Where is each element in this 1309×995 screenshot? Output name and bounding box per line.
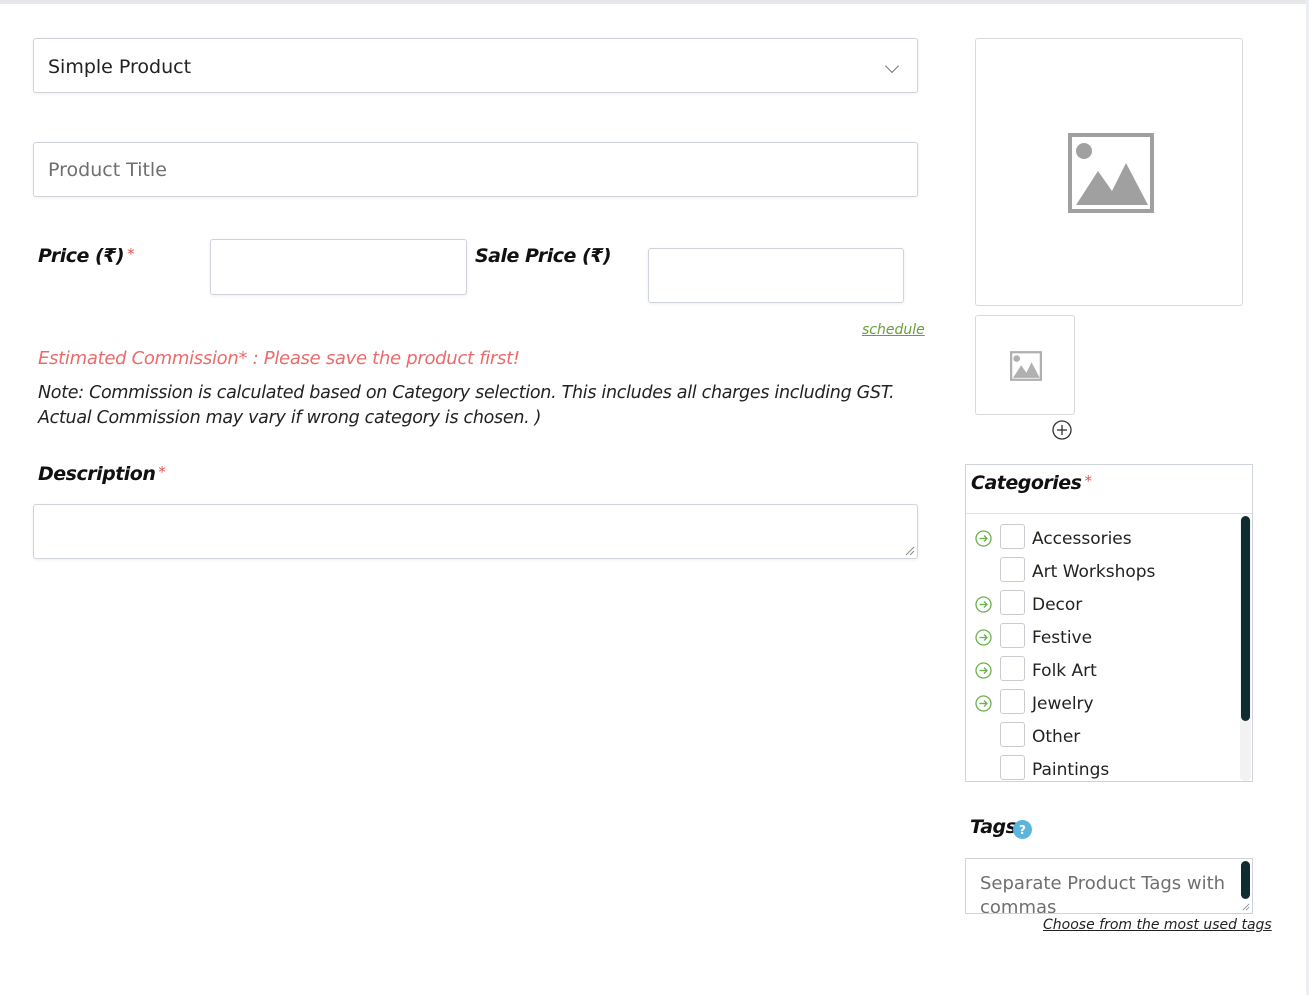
categories-panel: Categories * Accessories Art Workshops Deco… [965,464,1253,782]
sale-price-input[interactable] [648,248,904,303]
category-item[interactable]: Accessories [966,514,1236,549]
category-checkbox[interactable] [1000,755,1025,780]
category-item[interactable]: Decor [966,580,1236,615]
description-label-text: Description [38,463,156,485]
product-type-value: Simple Product [48,56,192,78]
category-label: Accessories [1032,529,1132,549]
category-item[interactable]: Jewelry [966,679,1236,714]
category-label: Art Workshops [1032,562,1156,582]
required-mark: * [127,245,135,263]
price-input[interactable] [210,239,467,295]
required-mark: * [1084,472,1092,490]
image-placeholder-icon [1010,351,1042,381]
category-checkbox[interactable] [1000,557,1025,582]
category-checkbox[interactable] [1000,524,1025,549]
gallery-image-upload[interactable] [975,315,1075,415]
category-label: Folk Art [1032,661,1097,681]
category-item[interactable]: Festive [966,613,1236,648]
description-textarea[interactable] [33,504,918,559]
tags-placeholder: Separate Product Tags with commas [980,873,1226,914]
image-placeholder-icon [1068,133,1154,213]
add-gallery-image-icon[interactable] [1052,420,1072,440]
tags-scrollbar[interactable] [1241,861,1250,899]
category-item[interactable]: Folk Art [966,646,1236,681]
categories-label: Categories * [971,472,1092,494]
commission-note: Note: Commission is calculated based on … [38,383,895,428]
schedule-link[interactable]: schedule [862,322,925,338]
featured-image-upload[interactable] [975,38,1243,306]
category-item[interactable]: Paintings [966,745,1236,780]
chevron-down-icon [884,58,900,74]
expand-arrow-icon[interactable] [975,662,992,679]
category-item[interactable]: Other [966,712,1236,747]
categories-list: Accessories Art Workshops Decor Festive Folk… [966,514,1252,781]
category-checkbox[interactable] [1000,722,1025,747]
svg-text:?: ? [1019,823,1026,837]
category-item[interactable]: Art Workshops [966,547,1236,582]
price-label-text: Price (₹) [38,245,125,267]
description-label: Description * [38,463,166,485]
sale-price-label: Sale Price (₹) [475,245,612,267]
price-label: Price (₹) * [38,245,135,267]
category-checkbox[interactable] [1000,656,1025,681]
category-label: Other [1032,727,1081,747]
category-checkbox[interactable] [1000,623,1025,648]
expand-arrow-icon[interactable] [975,530,992,547]
tags-label: Tags [970,816,1017,838]
categories-scrollbar[interactable] [1241,516,1250,721]
expand-arrow-icon[interactable] [975,629,992,646]
estimated-commission-text: Estimated Commission* : Please save the … [38,348,520,369]
product-type-select[interactable]: Simple Product [33,38,918,93]
category-label: Decor [1032,595,1083,615]
categories-label-text: Categories [971,472,1082,494]
category-label: Jewelry [1032,694,1094,714]
resize-grip-icon[interactable] [1242,903,1250,911]
help-icon[interactable]: ? [1013,820,1032,839]
category-checkbox[interactable] [1000,590,1025,615]
top-border [0,0,1309,4]
resize-grip-icon[interactable] [905,546,915,556]
expand-arrow-icon[interactable] [975,695,992,712]
product-title-input[interactable] [33,142,918,197]
most-used-tags-link[interactable]: Choose from the most used tags [1043,917,1272,933]
tags-textarea[interactable]: Separate Product Tags with commas [965,858,1253,914]
categories-header: Categories * [966,465,1252,514]
category-checkbox[interactable] [1000,689,1025,714]
expand-arrow-icon[interactable] [975,596,992,613]
category-label: Festive [1032,628,1093,648]
required-mark: * [158,463,166,481]
category-label: Paintings [1032,760,1110,780]
